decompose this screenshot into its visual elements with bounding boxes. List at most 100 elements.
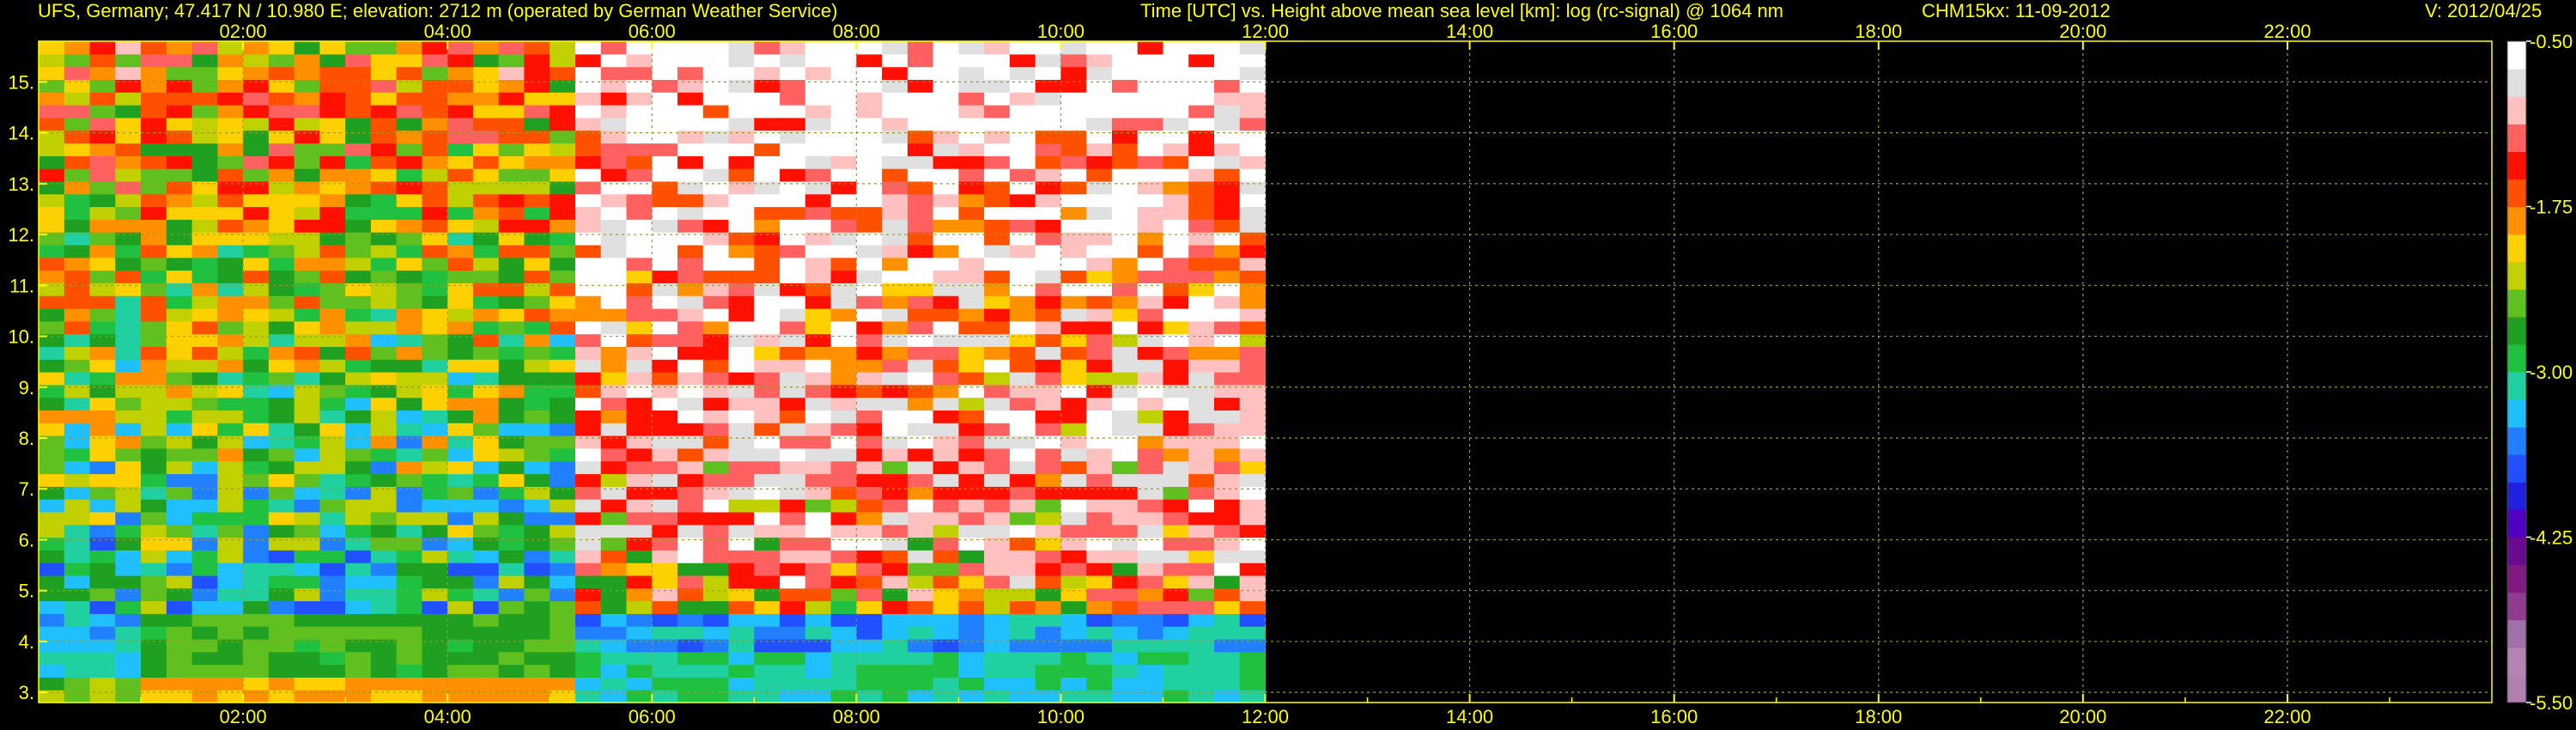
signal-cell [1188,41,1215,55]
signal-cell [472,206,500,220]
signal-cell [1137,537,1164,551]
colorbar-swatch [2507,316,2526,345]
signal-cell [728,486,755,500]
x-tick-label-top: 22:00 [2263,21,2311,42]
signal-cell [319,639,346,653]
signal-cell [166,473,193,487]
signal-cell [550,690,576,703]
signal-cell [524,587,550,602]
signal-cell [984,53,1011,68]
signal-cell [626,447,653,462]
signal-cell [64,244,91,259]
signal-cell [1188,397,1215,411]
signal-cell [882,244,908,259]
signal-cell [1214,511,1241,526]
signal-cell [1035,105,1062,119]
signal-cell [780,486,806,500]
signal-cell [652,486,678,500]
signal-cell [830,66,857,80]
signal-cell [1163,690,1189,703]
signal-cell [856,206,883,220]
signal-cell [1188,105,1215,119]
signal-cell [702,143,730,156]
signal-cell [243,664,270,678]
signal-cell [319,130,346,144]
signal-cell [243,193,270,208]
signal-cell [243,677,270,690]
signal-cell [958,168,985,182]
signal-cell [702,511,730,526]
signal-cell [243,575,270,589]
signal-cell [702,384,730,398]
signal-cell [882,372,908,386]
signal-cell [805,283,832,296]
signal-cell [1239,447,1267,462]
x-tick-label-top: 14:00 [1446,21,1493,42]
signal-cell [294,384,320,398]
signal-cell [472,92,500,106]
signal-cell [1035,651,1062,666]
signal-cell [268,550,295,563]
signal-cell [294,524,320,538]
signal-cell [243,511,270,526]
signal-cell [933,384,959,398]
signal-cell [64,677,91,690]
signal-cell [141,79,167,93]
signal-cell [933,193,959,208]
signal-cell [677,308,704,322]
signal-cell [1163,206,1189,220]
signal-cell [780,333,806,347]
signal-cell [370,105,398,119]
signal-cell [268,283,295,296]
signal-cell [422,346,448,360]
signal-cell [39,397,65,411]
signal-cell [1214,206,1241,220]
signal-cell [958,143,985,156]
signal-cell [856,232,883,246]
signal-cell [1009,143,1036,156]
signal-cell [294,346,320,360]
signal-cell [243,639,270,653]
signal-cell [498,117,526,131]
signal-cell [294,563,320,576]
signal-cell [217,473,244,487]
signal-cell [396,346,422,360]
signal-cell [600,511,628,526]
signal-cell [882,346,908,360]
signal-cell [600,537,628,551]
signal-cell [626,206,653,220]
signal-cell [1188,511,1215,526]
signal-cell [64,511,91,526]
signal-cell [1035,690,1062,703]
signal-cell [702,257,730,271]
signal-cell [243,563,270,576]
signal-cell [524,486,550,500]
signal-cell [370,232,398,246]
signal-cell [217,41,244,55]
x-tick-label-top: 16:00 [1650,21,1698,42]
signal-cell [1035,320,1062,335]
signal-cell [115,320,142,335]
signal-cell [933,143,959,156]
signal-cell [1188,232,1215,246]
signal-cell [396,397,422,411]
signal-cell [472,460,500,475]
signal-cell [1137,600,1164,614]
signal-cell [268,270,295,283]
signal-cell [677,524,704,538]
signal-cell [191,193,218,208]
signal-cell [550,295,576,309]
signal-cell [1214,155,1241,169]
signal-cell [396,677,422,690]
signal-cell [115,92,142,106]
signal-cell [575,600,602,614]
signal-cell [89,524,116,538]
signal-cell [498,423,526,436]
signal-cell [447,447,474,462]
signal-cell [702,219,730,233]
signal-cell [907,53,934,68]
signal-cell [1009,232,1036,246]
signal-cell [64,563,91,576]
signal-cell [1111,664,1139,678]
signal-cell [1060,333,1087,347]
